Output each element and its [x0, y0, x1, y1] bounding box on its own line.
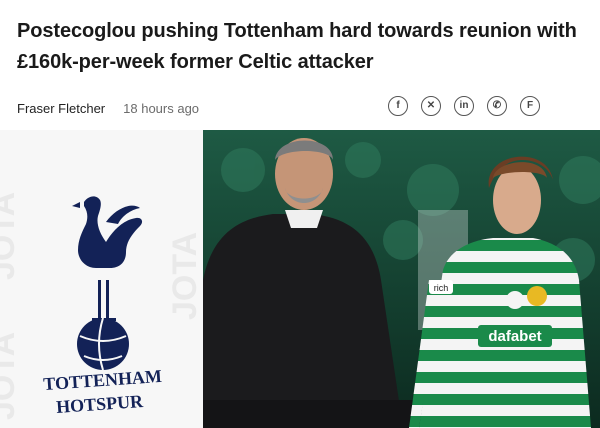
watermark-text-3: JOTA [166, 232, 203, 320]
publish-time: 18 hours ago [123, 100, 200, 116]
tottenham-crest-panel: JOTA JOTA JOTA TOTTENHAM HOTSPUR [0, 130, 203, 428]
shirt-sponsor-text: dafabet [488, 328, 541, 345]
cockerel-icon [72, 196, 143, 321]
adidas-logo-icon [506, 291, 524, 309]
celtic-badge-icon [527, 286, 547, 306]
linkedin-share-button[interactable]: in [454, 96, 474, 116]
players-photo: dafabet rich [193, 130, 600, 428]
article-meta: Fraser Fletcher 18 hours ago [17, 98, 199, 118]
crest-title-line2: HOTSPUR [55, 391, 144, 417]
author-name[interactable]: Fraser Fletcher [17, 101, 105, 116]
tottenham-crest-image: JOTA JOTA JOTA TOTTENHAM HOTSPUR [0, 192, 203, 420]
hero-image: JOTA JOTA JOTA TOTTENHAM HOTSPUR dafabet… [0, 130, 600, 428]
article-headline: Postecoglou pushing Tottenham hard towar… [17, 20, 577, 73]
watermark-text-2: JOTA [0, 332, 22, 420]
flipboard-share-button[interactable]: F [520, 96, 540, 116]
x-share-button[interactable]: ✕ [421, 96, 441, 116]
players-photo-image: dafabet rich [193, 130, 600, 428]
whatsapp-share-button[interactable]: ✆ [487, 96, 507, 116]
watermark-text-1: JOTA [0, 192, 22, 280]
football-icon [77, 318, 129, 370]
facebook-share-button[interactable]: f [388, 96, 408, 116]
crest-title-line1: TOTTENHAM [43, 366, 163, 394]
share-bar: f ✕ in ✆ F [388, 96, 540, 116]
sleeve-patch-text: rich [434, 283, 449, 293]
